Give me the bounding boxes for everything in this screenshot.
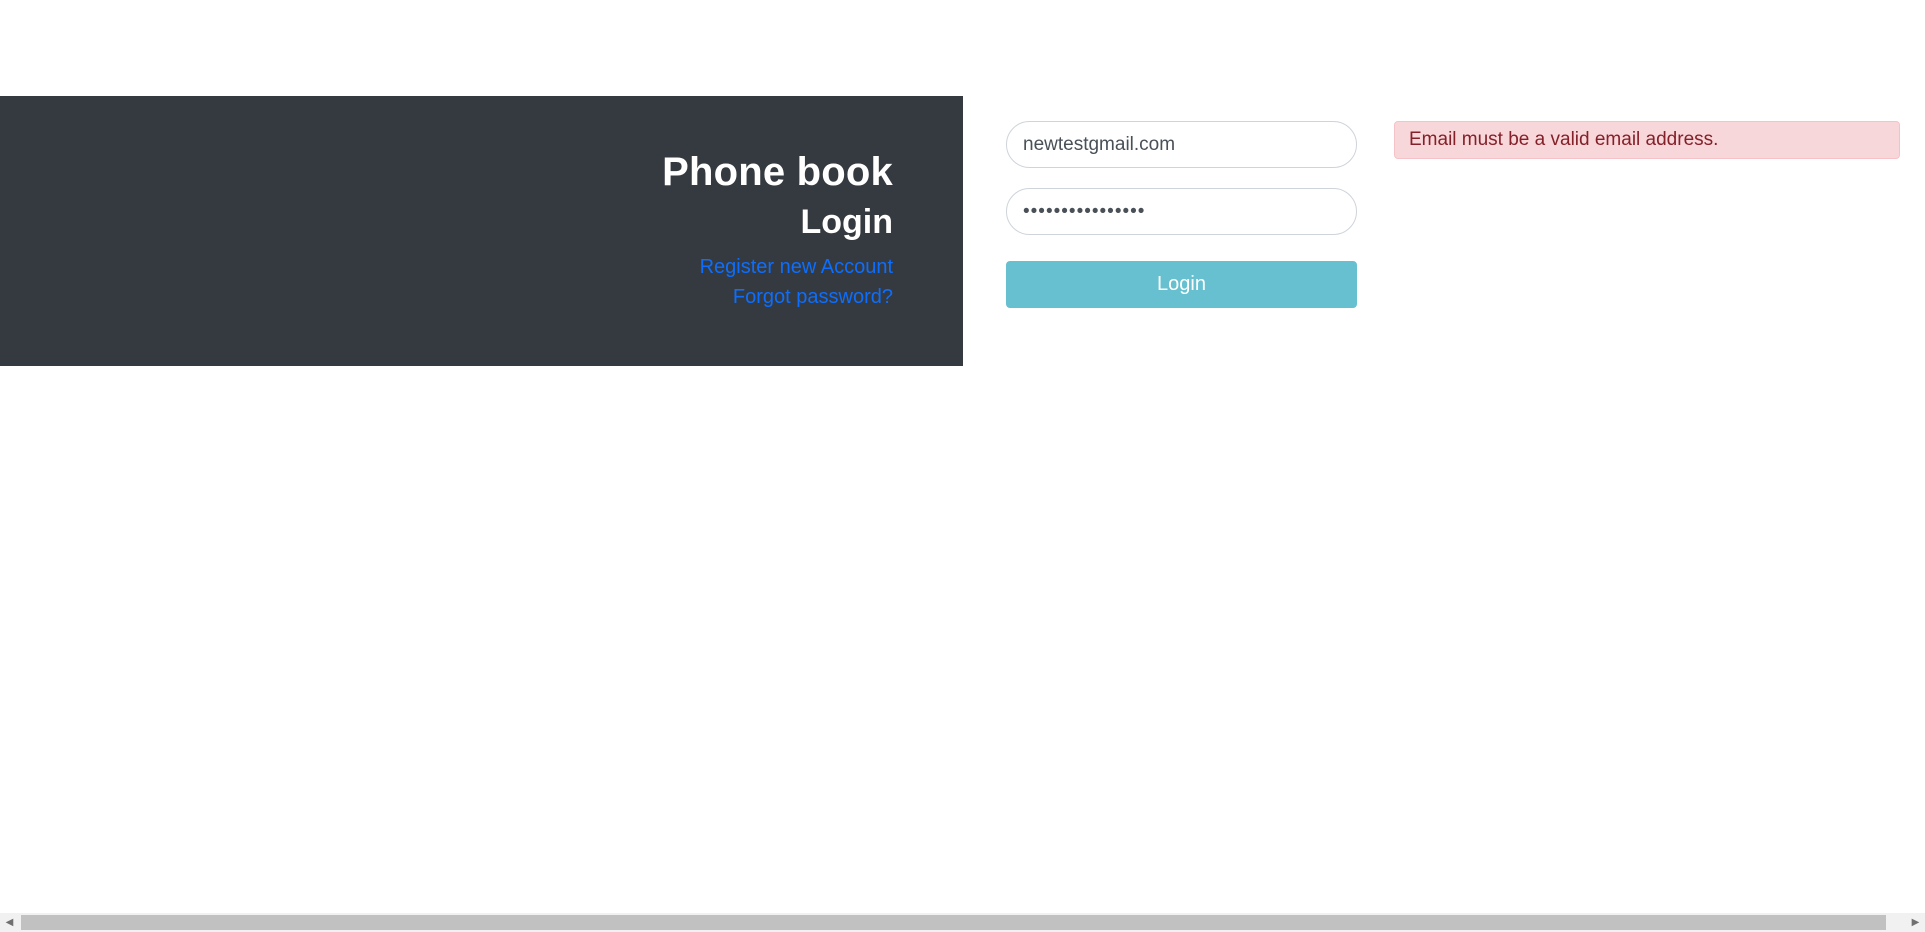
forgot-password-link[interactable]: Forgot password? bbox=[662, 282, 893, 312]
page: Phone book Login Register new Account Fo… bbox=[0, 0, 1925, 932]
header-panel: Phone book Login Register new Account Fo… bbox=[0, 96, 963, 366]
page-heading: Login bbox=[800, 203, 893, 241]
app-title: Phone book bbox=[662, 150, 893, 194]
triangle-right-icon[interactable]: ▶ bbox=[1906, 913, 1925, 932]
register-link[interactable]: Register new Account bbox=[662, 252, 893, 282]
error-alert: Email must be a valid email address. bbox=[1394, 121, 1900, 159]
triangle-left-icon[interactable]: ◀ bbox=[0, 913, 19, 932]
login-button[interactable]: Login bbox=[1006, 261, 1357, 308]
auth-links: Register new Account Forgot password? bbox=[662, 252, 893, 312]
login-form: Login bbox=[1006, 121, 1357, 308]
scroll-thumb[interactable] bbox=[21, 915, 1886, 930]
horizontal-scrollbar[interactable]: ◀ ▶ bbox=[0, 913, 1925, 932]
password-field[interactable] bbox=[1006, 188, 1357, 235]
header-text: Phone book Login Register new Account Fo… bbox=[662, 148, 893, 312]
email-field[interactable] bbox=[1006, 121, 1357, 168]
